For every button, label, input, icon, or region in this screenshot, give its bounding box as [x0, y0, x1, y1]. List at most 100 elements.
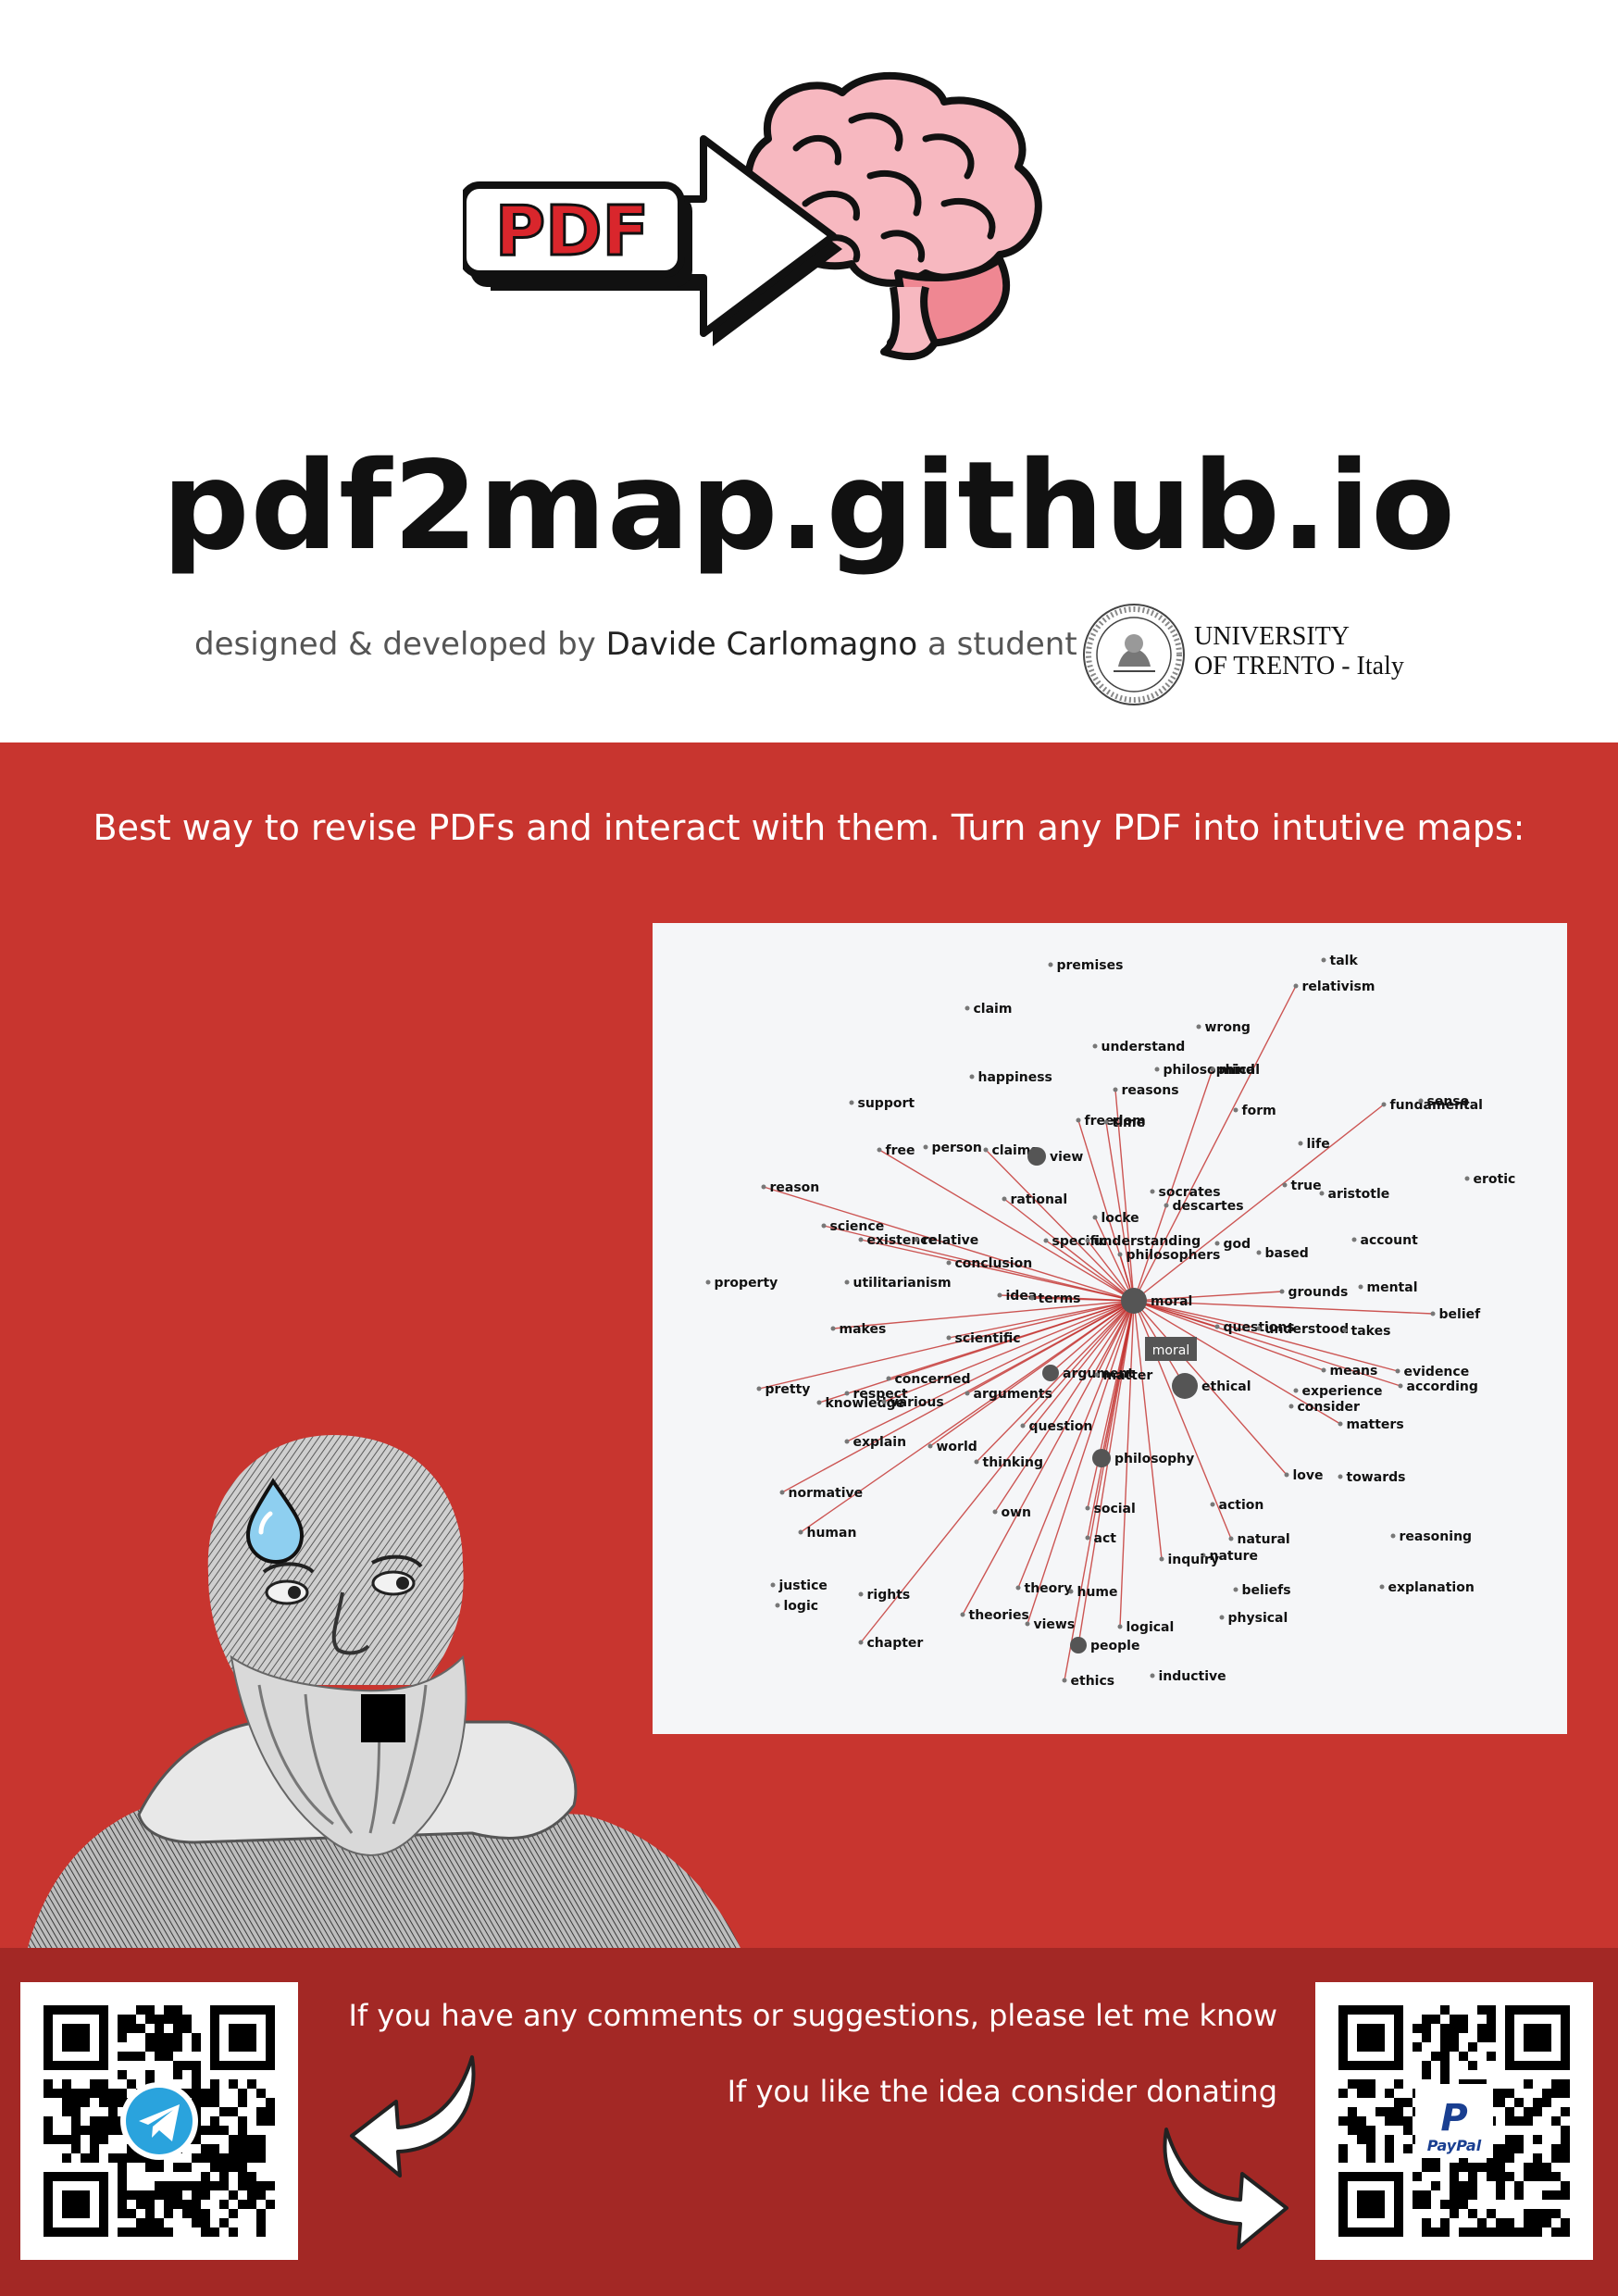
map-node-physical[interactable]: physical — [1219, 1611, 1288, 1626]
map-node-moral[interactable]: moral — [1121, 1288, 1192, 1314]
svg-text:views: views — [1034, 1617, 1076, 1632]
map-node-philosophy[interactable]: philosophy — [1092, 1449, 1194, 1467]
map-node-towards[interactable]: towards — [1338, 1470, 1406, 1485]
map-node-conclusion[interactable]: conclusion — [946, 1256, 1033, 1271]
map-node-premises[interactable]: premises — [1048, 958, 1124, 973]
svg-text:philosophers: philosophers — [1126, 1248, 1221, 1263]
map-node-makes[interactable]: makes — [830, 1322, 887, 1337]
map-node-reasons[interactable]: reasons — [1113, 1083, 1179, 1098]
svg-text:P: P — [1440, 2097, 1467, 2140]
map-node-action[interactable]: action — [1210, 1498, 1264, 1513]
map-node-matter[interactable]: matter — [1094, 1368, 1153, 1383]
map-node-theories[interactable]: theories — [960, 1608, 1029, 1623]
map-node-logic[interactable]: logic — [775, 1599, 819, 1614]
map-node-theory[interactable]: theory — [1015, 1581, 1073, 1596]
map-node-property[interactable]: property — [705, 1276, 778, 1291]
map-node-ethics[interactable]: ethics — [1062, 1674, 1115, 1689]
map-node-terms[interactable]: terms — [1029, 1292, 1081, 1306]
map-node-talk[interactable]: talk — [1321, 954, 1359, 968]
map-node-locke[interactable]: locke — [1092, 1211, 1139, 1226]
map-node-aristotle[interactable]: aristotle — [1319, 1187, 1390, 1202]
map-node-chapter[interactable]: chapter — [858, 1636, 924, 1651]
map-node-understand[interactable]: understand — [1092, 1040, 1186, 1054]
svg-text:social: social — [1094, 1502, 1136, 1516]
map-node-according[interactable]: according — [1398, 1379, 1478, 1394]
map-node-view[interactable]: view — [1027, 1147, 1083, 1166]
map-node-logical[interactable]: logical — [1117, 1620, 1175, 1635]
map-node-matters[interactable]: matters — [1338, 1417, 1404, 1432]
galileo-portrait — [28, 1435, 741, 1948]
map-node-happiness[interactable]: happiness — [969, 1070, 1052, 1085]
map-node-wrong[interactable]: wrong — [1196, 1020, 1251, 1035]
map-node-belief[interactable]: belief — [1430, 1307, 1482, 1322]
map-node-understood[interactable]: understood — [1256, 1322, 1350, 1337]
map-node-inquiry[interactable]: inquiry — [1159, 1553, 1220, 1567]
map-node-utilitarianism[interactable]: utilitarianism — [844, 1276, 952, 1291]
map-node-rights[interactable]: rights — [858, 1588, 911, 1603]
map-node-mental[interactable]: mental — [1358, 1280, 1418, 1295]
map-node-evidence[interactable]: evidence — [1395, 1365, 1470, 1379]
map-node-reason[interactable]: reason — [761, 1180, 820, 1195]
map-node-rational[interactable]: rational — [1002, 1192, 1068, 1207]
map-node-reasoning[interactable]: reasoning — [1390, 1529, 1473, 1544]
map-node-support[interactable]: support — [849, 1096, 915, 1111]
map-node-beliefs[interactable]: beliefs — [1233, 1583, 1291, 1598]
map-node-arguments[interactable]: arguments — [965, 1387, 1052, 1402]
svg-text:ethical: ethical — [1201, 1379, 1251, 1394]
svg-text:wrong: wrong — [1205, 1020, 1251, 1035]
map-node-explanation[interactable]: explanation — [1379, 1580, 1475, 1595]
map-node-human[interactable]: human — [798, 1526, 857, 1541]
map-node-question[interactable]: question — [1020, 1419, 1093, 1434]
map-node-people[interactable]: people — [1070, 1637, 1139, 1653]
paypal-qr-code[interactable]: P PayPal — [1315, 1982, 1593, 2260]
map-node-pretty[interactable]: pretty — [756, 1382, 811, 1397]
map-node-explain[interactable]: explain — [844, 1435, 907, 1450]
map-node-erotic[interactable]: erotic — [1464, 1172, 1516, 1187]
svg-text:rights: rights — [867, 1588, 911, 1603]
svg-text:ethics: ethics — [1071, 1674, 1115, 1689]
map-node-experience[interactable]: experience — [1293, 1384, 1383, 1399]
map-node-natural[interactable]: natural — [1228, 1532, 1290, 1547]
map-node-justice[interactable]: justice — [770, 1578, 828, 1593]
svg-text:arguments: arguments — [974, 1387, 1052, 1402]
paypal-icon: P PayPal — [1415, 2084, 1493, 2158]
map-node-account[interactable]: account — [1351, 1233, 1419, 1248]
map-node-grounds[interactable]: grounds — [1279, 1285, 1349, 1300]
site-title[interactable]: pdf2map.github.io — [0, 435, 1618, 578]
map-node-based[interactable]: based — [1256, 1246, 1309, 1261]
map-node-form[interactable]: form — [1233, 1104, 1276, 1118]
map-node-ethical[interactable]: ethical — [1172, 1373, 1251, 1399]
map-node-relativism[interactable]: relativism — [1293, 980, 1375, 994]
map-node-hume[interactable]: hume — [1068, 1585, 1118, 1600]
map-node-true[interactable]: true — [1282, 1179, 1322, 1193]
map-node-life[interactable]: life — [1298, 1137, 1330, 1152]
telegram-qr-code[interactable] — [20, 1982, 298, 2260]
map-node-claim[interactable]: claim — [965, 1002, 1013, 1017]
map-node-various[interactable]: various — [881, 1395, 944, 1410]
svg-text:experience: experience — [1302, 1384, 1383, 1399]
map-node-sense[interactable]: sense — [1418, 1094, 1470, 1109]
map-node-love[interactable]: love — [1284, 1468, 1324, 1483]
map-node-concerned[interactable]: concerned — [886, 1372, 971, 1387]
map-node-science[interactable]: science — [821, 1219, 885, 1234]
map-node-normative[interactable]: normative — [779, 1486, 864, 1501]
map-node-inductive[interactable]: inductive — [1150, 1669, 1226, 1684]
map-node-social[interactable]: social — [1085, 1502, 1136, 1516]
map-node-relative[interactable]: relative — [914, 1233, 979, 1248]
map-node-views[interactable]: views — [1025, 1617, 1076, 1632]
map-node-philosophers[interactable]: philosophers — [1117, 1248, 1221, 1263]
map-node-free[interactable]: free — [877, 1143, 915, 1158]
map-node-consider[interactable]: consider — [1288, 1400, 1361, 1415]
map-node-descartes[interactable]: descartes — [1164, 1199, 1244, 1214]
map-node-understanding[interactable]: understanding — [1085, 1234, 1201, 1249]
svg-text:relative: relative — [923, 1233, 979, 1248]
map-node-means[interactable]: means — [1321, 1364, 1378, 1379]
svg-text:physical: physical — [1228, 1611, 1288, 1626]
map-node-thinking[interactable]: thinking — [974, 1455, 1044, 1470]
map-node-takes[interactable]: takes — [1342, 1324, 1391, 1339]
map-node-scientific[interactable]: scientific — [946, 1331, 1021, 1346]
svg-text:account: account — [1361, 1233, 1419, 1248]
svg-text:person: person — [932, 1141, 982, 1155]
map-node-person[interactable]: person — [923, 1141, 982, 1155]
map-node-socrates[interactable]: socrates — [1150, 1185, 1221, 1200]
